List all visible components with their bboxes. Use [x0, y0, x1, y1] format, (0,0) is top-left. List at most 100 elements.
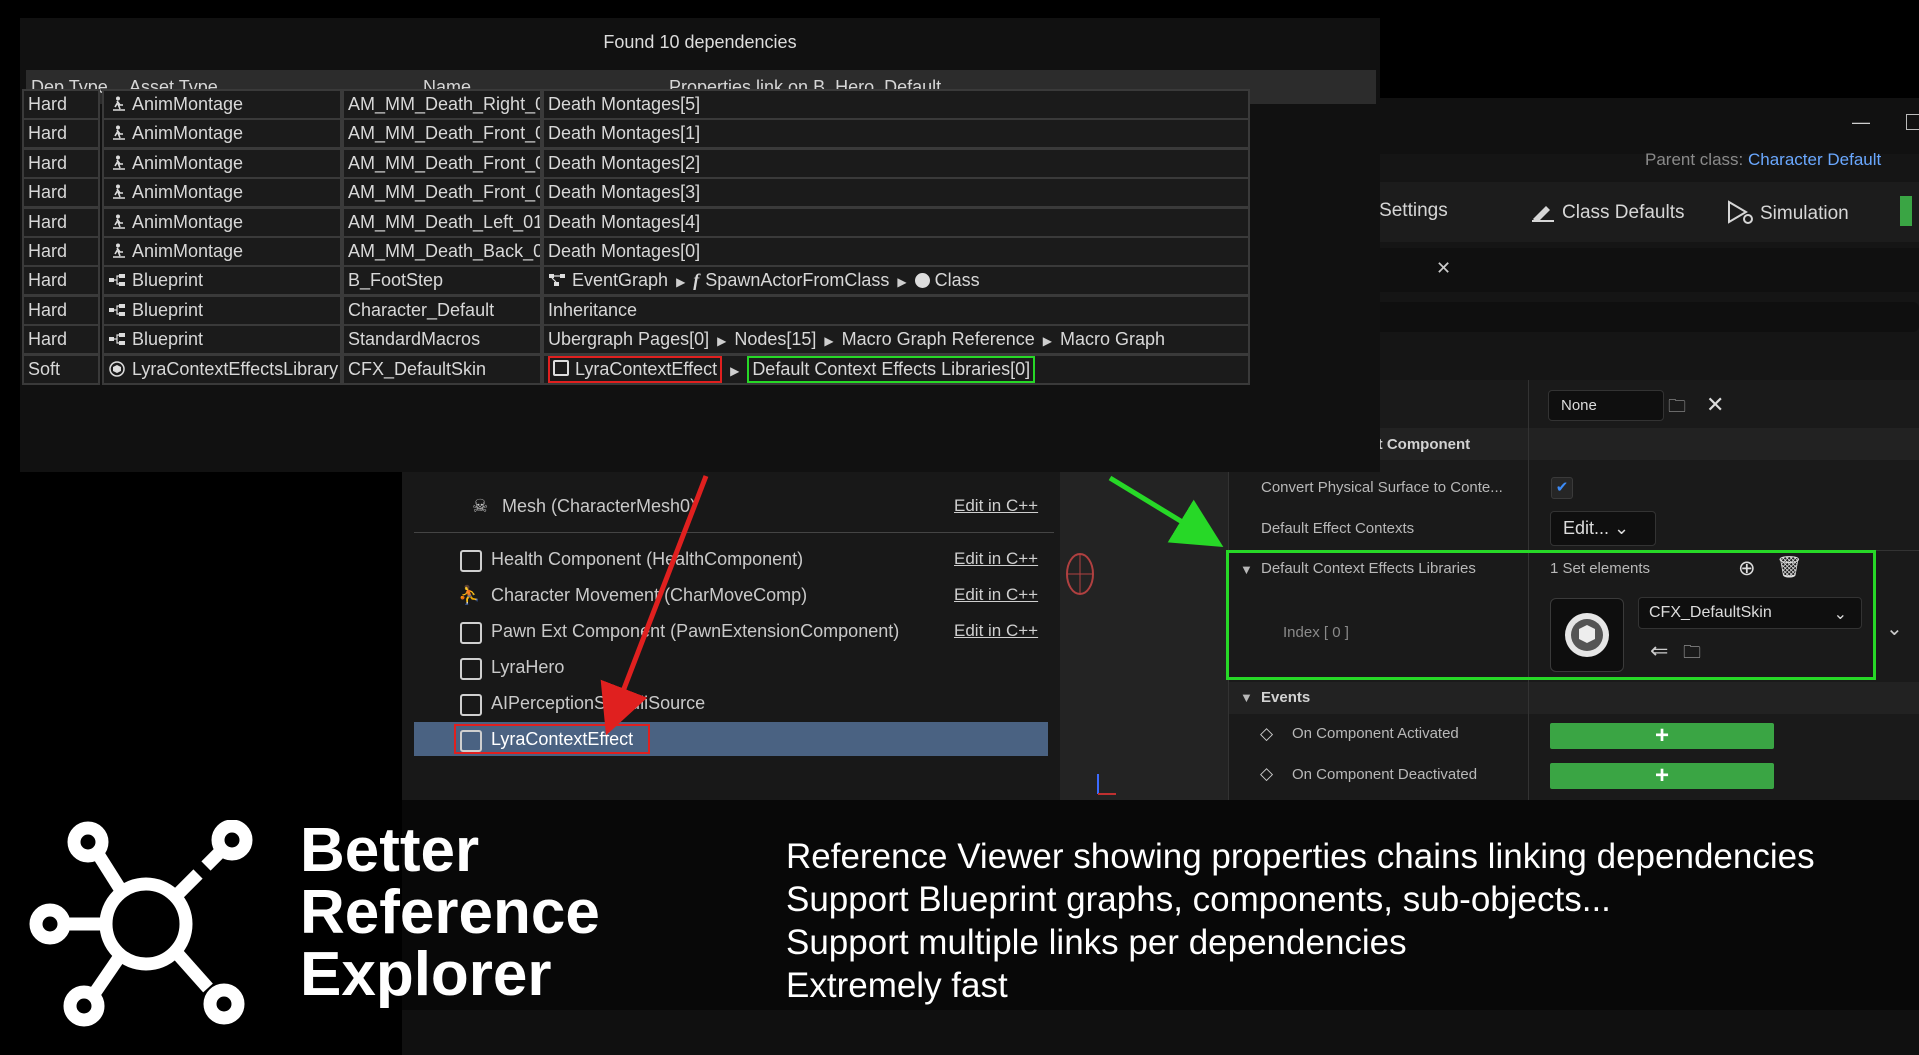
asset-name-cell[interactable]: AM_MM_Death_Right_01: [342, 89, 542, 120]
dep-type-cell[interactable]: Hard: [22, 177, 100, 208]
asset-name-cell[interactable]: AM_MM_Death_Front_03: [342, 177, 542, 208]
asset-type-text: LyraContextEffectsLibrary: [132, 359, 339, 379]
property-link-cell[interactable]: Death Montages[0]: [542, 236, 1250, 267]
component-label[interactable]: AIPerceptionStimuliSource: [491, 693, 705, 714]
asset-type-cell[interactable]: AnimMontage: [102, 236, 342, 267]
property-link-segment[interactable]: Macro Graph: [1060, 329, 1165, 349]
dep-type-text: Hard: [28, 212, 68, 232]
asset-type-cell[interactable]: AnimMontage: [102, 118, 342, 149]
property-link-segment[interactable]: EventGraph: [548, 270, 668, 290]
property-link-segment[interactable]: Class: [914, 270, 980, 290]
clear-icon[interactable]: ✕: [1706, 392, 1724, 418]
property-link-segment[interactable]: Death Montages[1]: [548, 123, 700, 143]
tab-close-icon[interactable]: ✕: [1436, 258, 1451, 279]
asset-name-cell[interactable]: B_FootStep: [342, 265, 542, 296]
asset-name-cell[interactable]: AM_MM_Death_Left_01: [342, 207, 542, 238]
anim-montage-icon: [113, 125, 125, 140]
property-link-segment[interactable]: Nodes[15]: [734, 329, 816, 349]
play-button[interactable]: [1900, 196, 1912, 226]
asset-name-text: StandardMacros: [348, 329, 481, 349]
edit-dropdown[interactable]: Edit... ⌄: [1550, 511, 1656, 546]
property-link-cell[interactable]: Ubergraph Pages[0] ▶ Nodes[15] ▶ Macro Graph…: [542, 324, 1250, 355]
divider: [414, 532, 1054, 533]
dep-type-cell[interactable]: Hard: [22, 236, 100, 267]
property-link-segment[interactable]: Default Context Effects Libraries[0]: [747, 356, 1036, 383]
chevron-down-icon[interactable]: ⌄: [1886, 616, 1903, 641]
dep-type-cell[interactable]: Hard: [22, 89, 100, 120]
parent-class-link[interactable]: Character Default: [1748, 150, 1881, 169]
add-on-activated-button[interactable]: +: [1550, 723, 1774, 749]
property-link-segment[interactable]: Inheritance: [548, 300, 637, 320]
asset-type-cell[interactable]: AnimMontage: [102, 207, 342, 238]
chevron-right-icon: ▶: [676, 275, 686, 289]
edit-in-cpp-link[interactable]: Edit in C++: [954, 621, 1038, 641]
dep-type-cell[interactable]: Hard: [22, 295, 100, 326]
dep-type-cell[interactable]: Soft: [22, 354, 100, 385]
asset-type-cell[interactable]: AnimMontage: [102, 89, 342, 120]
component-icon: [460, 622, 482, 644]
property-link-segment[interactable]: Death Montages[5]: [548, 94, 700, 114]
property-link-cell[interactable]: EventGraph ▶ f SpawnActorFromClass ▶ Class: [542, 265, 1250, 296]
asset-name-cell[interactable]: Character_Default: [342, 295, 542, 326]
property-link-text: LyraContextEffect: [575, 359, 718, 379]
convert-surface-checkbox[interactable]: ✔: [1551, 477, 1573, 499]
add-on-deactivated-button[interactable]: +: [1550, 763, 1774, 789]
asset-type-cell[interactable]: Blueprint: [102, 295, 342, 326]
dep-type-cell[interactable]: Hard: [22, 118, 100, 149]
asset-type-cell[interactable]: Blueprint: [102, 324, 342, 355]
asset-name-cell[interactable]: AM_MM_Death_Front_01: [342, 118, 542, 149]
minimize-icon[interactable]: —: [1852, 112, 1870, 133]
property-link-segment[interactable]: Death Montages[4]: [548, 212, 700, 232]
asset-type-cell[interactable]: AnimMontage: [102, 177, 342, 208]
dep-type-cell[interactable]: Hard: [22, 324, 100, 355]
asset-name-cell[interactable]: AM_MM_Death_Front_02: [342, 148, 542, 179]
dep-type-cell[interactable]: Hard: [22, 148, 100, 179]
status-bar: [402, 1010, 1919, 1055]
events-header[interactable]: [1228, 682, 1919, 714]
property-link-cell[interactable]: Inheritance: [542, 295, 1250, 326]
edit-in-cpp-link[interactable]: Edit in C++: [954, 585, 1038, 605]
class-defaults-button[interactable]: Class Defaults: [1530, 200, 1685, 224]
asset-name-text: AM_MM_Death_Front_02: [348, 153, 542, 173]
property-link-cell[interactable]: Death Montages[1]: [542, 118, 1250, 149]
logo-line: Reference: [300, 878, 600, 947]
property-link-segment[interactable]: Death Montages[2]: [548, 153, 700, 173]
component-label[interactable]: Character Movement (CharMoveComp): [491, 585, 807, 606]
asset-type-cell[interactable]: AnimMontage: [102, 148, 342, 179]
asset-name-cell[interactable]: CFX_DefaultSkin: [342, 354, 542, 385]
component-label[interactable]: LyraHero: [491, 657, 564, 678]
simulation-button[interactable]: Simulation: [1726, 200, 1849, 225]
component-label[interactable]: Pawn Ext Component (PawnExtensionCompone…: [491, 621, 899, 642]
asset-name-cell[interactable]: StandardMacros: [342, 324, 542, 355]
property-link-segment[interactable]: Death Montages[0]: [548, 241, 700, 261]
dep-type-cell[interactable]: Hard: [22, 207, 100, 238]
dep-type-text: Hard: [28, 94, 68, 114]
property-link-segment[interactable]: Death Montages[3]: [548, 182, 700, 202]
search-input[interactable]: [1340, 302, 1919, 332]
property-link-segment[interactable]: LyraContextEffect: [548, 356, 723, 383]
asset-type-cell[interactable]: LyraContextEffectsLibrary: [102, 354, 342, 385]
property-link-segment[interactable]: Macro Graph Reference: [842, 329, 1035, 349]
collapse-arrow-icon[interactable]: ▼: [1240, 690, 1253, 705]
component-label[interactable]: LyraContextEffect: [491, 729, 633, 750]
property-link-segment[interactable]: f SpawnActorFromClass: [693, 270, 889, 290]
component-label[interactable]: Health Component (HealthComponent): [491, 549, 803, 570]
property-link-segment[interactable]: Ubergraph Pages[0]: [548, 329, 709, 349]
dep-type-text: Hard: [28, 123, 68, 143]
convert-surface-label: Convert Physical Surface to Conte...: [1261, 479, 1503, 496]
edit-in-cpp-link[interactable]: Edit in C++: [954, 549, 1038, 569]
none-field[interactable]: None: [1548, 390, 1664, 421]
property-link-cell[interactable]: Death Montages[3]: [542, 177, 1250, 208]
viewport[interactable]: [1060, 470, 1228, 800]
browse-icon[interactable]: 🗀: [1668, 394, 1686, 424]
property-link-cell[interactable]: Death Montages[2]: [542, 148, 1250, 179]
property-link-cell[interactable]: Death Montages[5]: [542, 89, 1250, 120]
edit-in-cpp-link[interactable]: Edit in C++: [954, 496, 1038, 516]
property-link-cell[interactable]: Death Montages[4]: [542, 207, 1250, 238]
asset-type-cell[interactable]: Blueprint: [102, 265, 342, 296]
property-link-cell[interactable]: LyraContextEffect ▶ Default Context Effect…: [542, 354, 1250, 385]
property-link-text: Macro Graph: [1059, 329, 1166, 349]
asset-name-cell[interactable]: AM_MM_Death_Back_01: [342, 236, 542, 267]
dep-type-cell[interactable]: Hard: [22, 265, 100, 296]
maximize-icon[interactable]: [1906, 114, 1919, 130]
